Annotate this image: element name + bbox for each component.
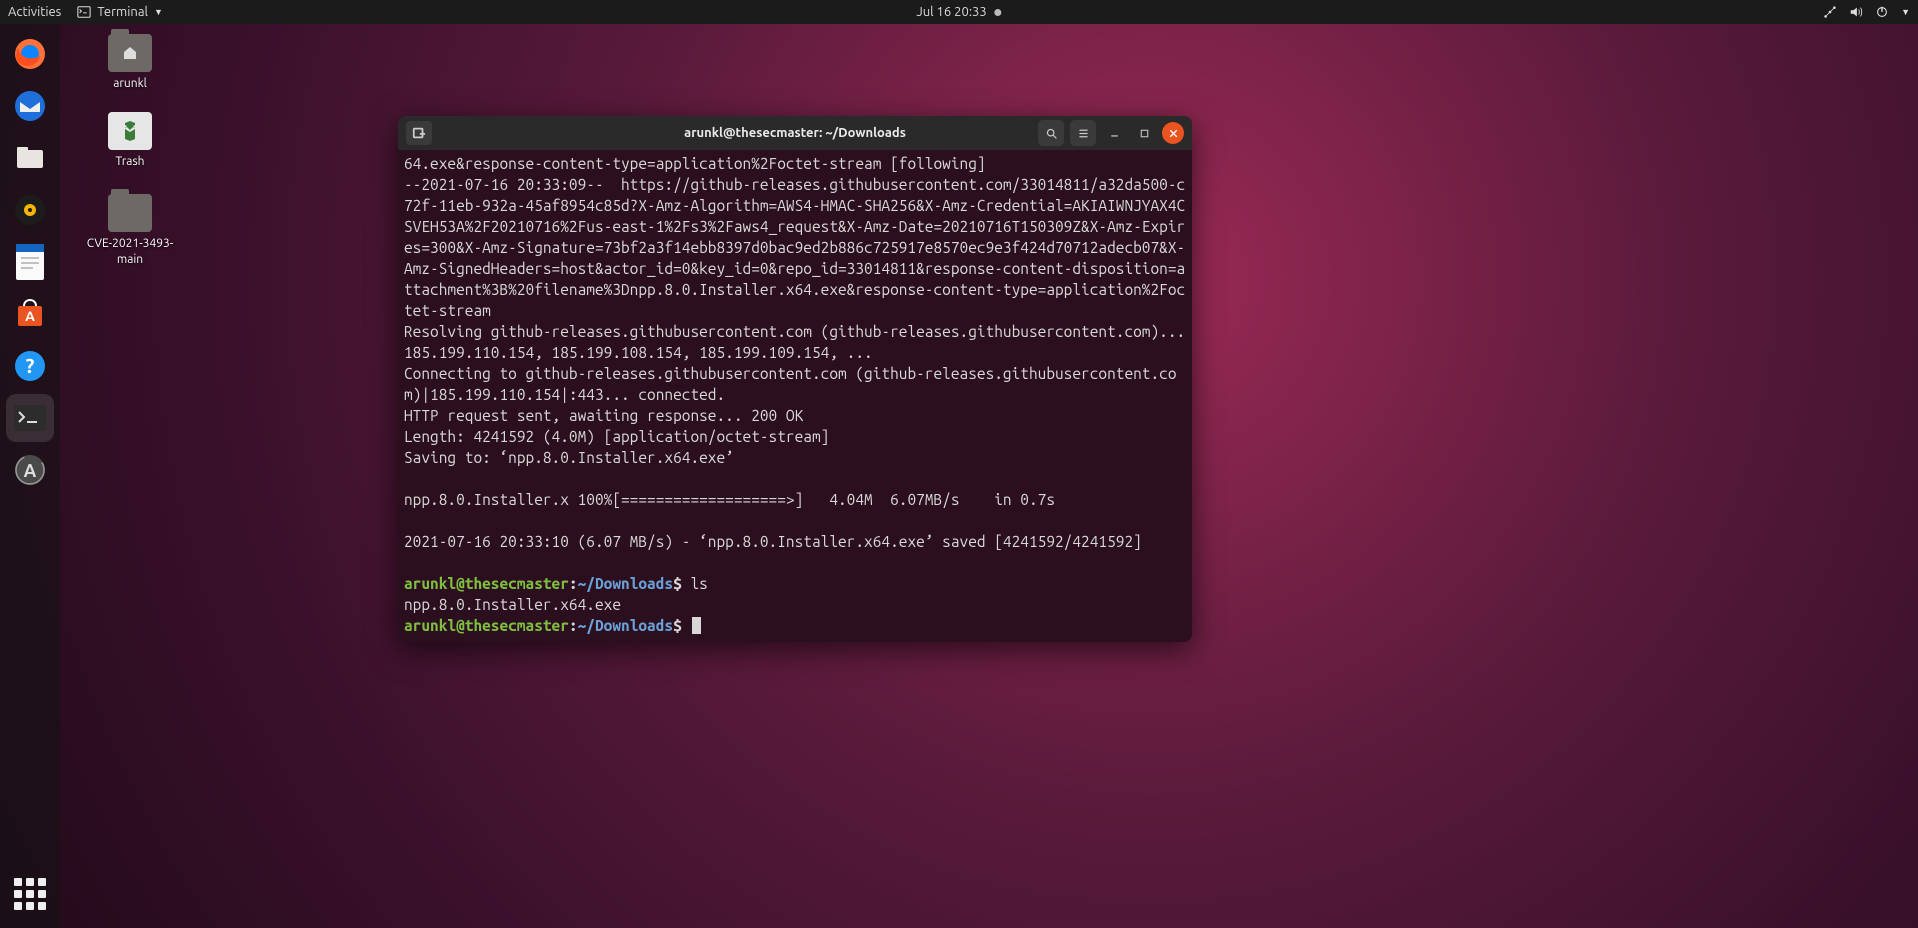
terminal-icon xyxy=(12,403,48,433)
thunderbird-icon xyxy=(12,88,48,124)
dock-thunderbird[interactable] xyxy=(6,82,54,130)
update-icon: A xyxy=(12,452,48,488)
desktop-icon-cve[interactable]: CVE-2021-3493-main xyxy=(85,194,175,267)
new-tab-icon xyxy=(412,126,426,140)
folder-icon xyxy=(108,34,152,72)
maximize-button[interactable] xyxy=(1132,120,1156,146)
prompt-path: ~/Downloads xyxy=(578,617,673,634)
terminal-title: arunkl@thesecmaster: ~/Downloads xyxy=(684,126,906,140)
firefox-icon xyxy=(12,36,48,72)
terminal-output: 64.exe&response-content-type=application… xyxy=(404,155,1192,550)
music-icon xyxy=(12,192,48,228)
help-icon: ? xyxy=(12,348,48,384)
cursor xyxy=(692,617,701,634)
dock-firefox[interactable] xyxy=(6,30,54,78)
terminal-body[interactable]: 64.exe&response-content-type=application… xyxy=(398,150,1192,642)
desktop-icon-trash[interactable]: Trash xyxy=(85,112,175,170)
close-icon xyxy=(1167,127,1180,140)
folder-icon xyxy=(108,194,152,232)
dock-help[interactable]: ? xyxy=(6,342,54,390)
search-icon xyxy=(1045,127,1058,140)
app-menu-label: Terminal xyxy=(97,5,148,19)
desktop-icon-label: arunkl xyxy=(85,76,175,92)
trash-icon xyxy=(108,112,152,150)
chevron-down-icon: ▼ xyxy=(154,7,163,17)
clock-label: Jul 16 20:33 xyxy=(916,5,986,19)
terminal-menu-button[interactable] xyxy=(1070,120,1096,146)
prompt-path: ~/Downloads xyxy=(578,575,673,592)
maximize-icon xyxy=(1138,127,1151,140)
clock[interactable]: Jul 16 20:33 xyxy=(916,5,1001,19)
terminal-ls-output: npp.8.0.Installer.x64.exe xyxy=(404,596,621,613)
chevron-down-icon: ▼ xyxy=(1901,7,1910,17)
network-icon xyxy=(1823,5,1837,19)
notification-dot-icon xyxy=(995,9,1002,16)
dock-rhythmbox[interactable] xyxy=(6,186,54,234)
desktop-icon-label: Trash xyxy=(85,154,175,170)
volume-icon xyxy=(1849,5,1863,19)
minimize-icon xyxy=(1108,127,1121,140)
minimize-button[interactable] xyxy=(1102,120,1126,146)
terminal-command: ls xyxy=(690,575,707,592)
terminal-icon xyxy=(77,5,91,19)
dock-terminal[interactable] xyxy=(6,394,54,442)
desktop-icon-label: CVE-2021-3493-main xyxy=(85,236,175,267)
top-bar: Activities Terminal ▼ Jul 16 20:33 ▼ xyxy=(0,0,1918,24)
show-applications-button[interactable] xyxy=(6,870,54,918)
terminal-window: arunkl@thesecmaster: ~/Downloads 64.exe&… xyxy=(398,116,1192,642)
app-menu[interactable]: Terminal ▼ xyxy=(77,5,163,19)
document-icon xyxy=(13,242,47,282)
dock-files[interactable] xyxy=(6,134,54,182)
system-tray[interactable]: ▼ xyxy=(1823,5,1910,19)
desktop-icon-home[interactable]: arunkl xyxy=(85,34,175,92)
svg-text:A: A xyxy=(25,308,35,324)
svg-text:?: ? xyxy=(26,354,35,377)
terminal-titlebar[interactable]: arunkl@thesecmaster: ~/Downloads xyxy=(398,116,1192,150)
dock-updater[interactable]: A xyxy=(6,446,54,494)
close-button[interactable] xyxy=(1162,122,1184,144)
new-tab-button[interactable] xyxy=(406,121,432,145)
power-icon xyxy=(1875,5,1889,19)
shopping-bag-icon: A xyxy=(12,296,48,332)
dock-software[interactable]: A xyxy=(6,290,54,338)
prompt-user: arunkl@thesecmaster xyxy=(404,617,569,634)
activities-button[interactable]: Activities xyxy=(8,5,61,19)
svg-text:A: A xyxy=(24,461,37,481)
files-icon xyxy=(12,140,48,176)
prompt-user: arunkl@thesecmaster xyxy=(404,575,569,592)
hamburger-icon xyxy=(1077,127,1090,140)
dock-writer[interactable] xyxy=(6,238,54,286)
terminal-search-button[interactable] xyxy=(1038,120,1064,146)
dock: A ? A xyxy=(0,24,60,928)
